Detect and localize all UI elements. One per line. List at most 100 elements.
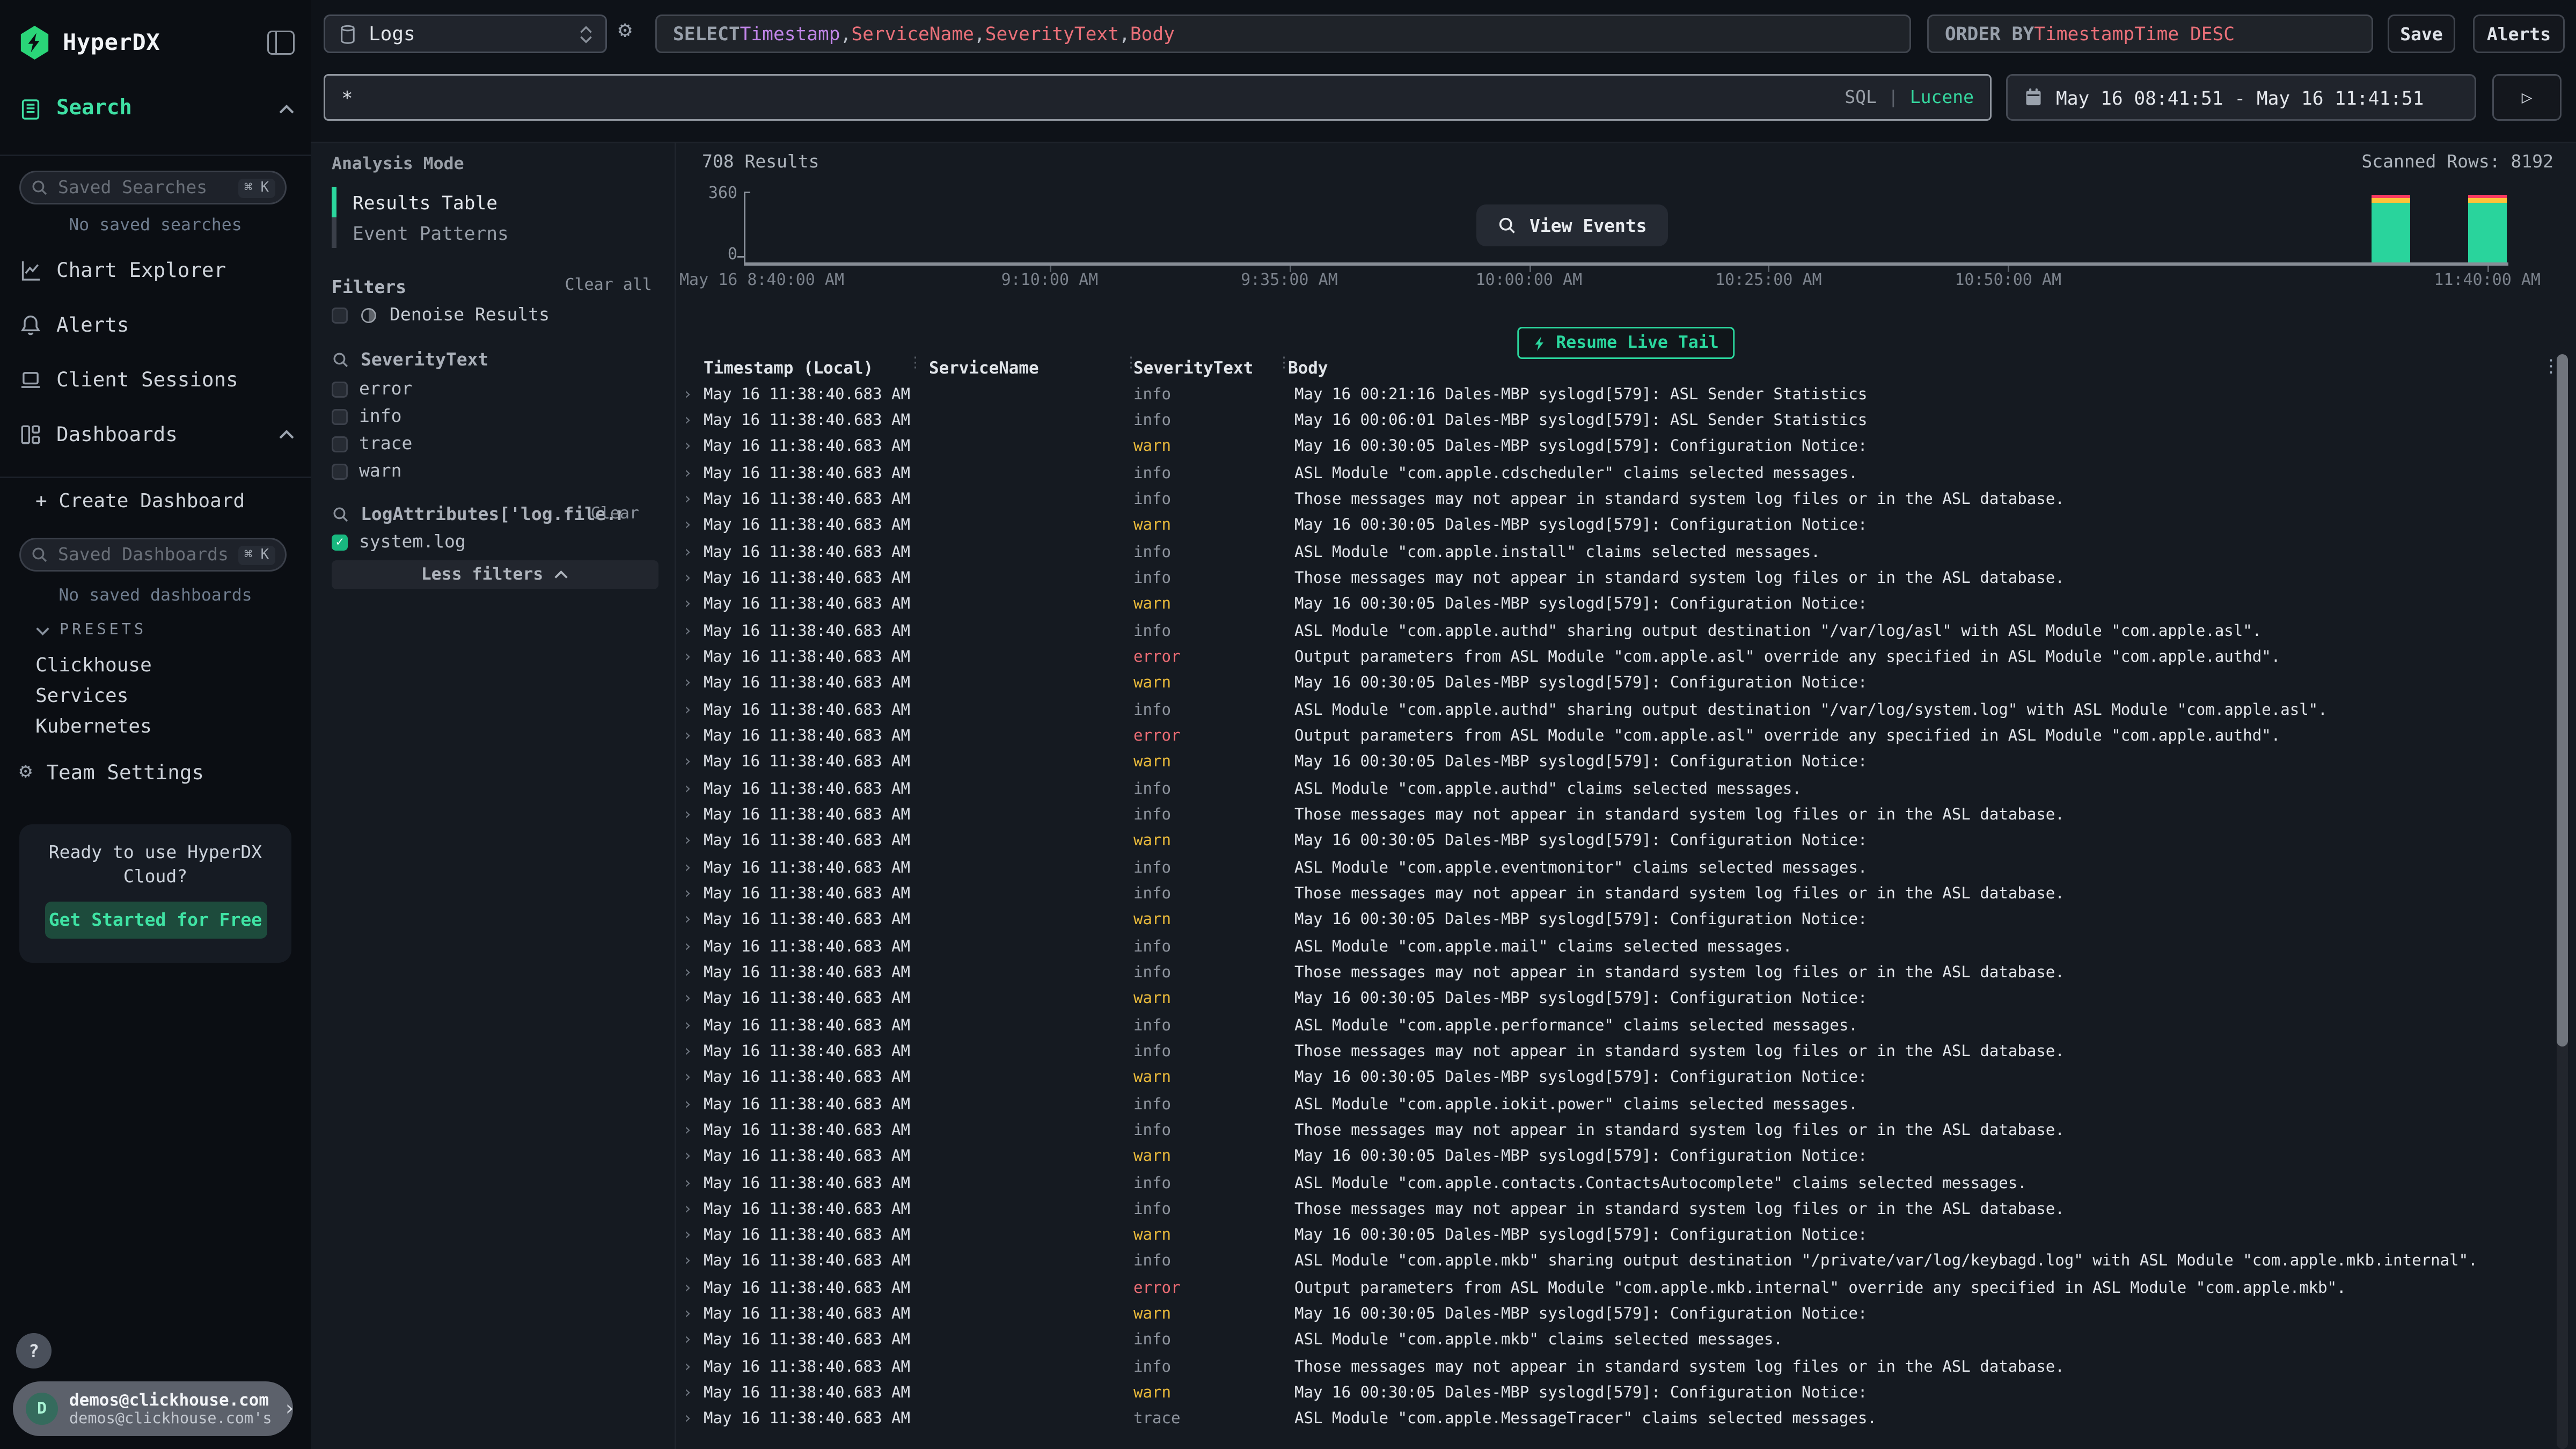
help-button[interactable]: ? (16, 1333, 52, 1368)
table-row[interactable]: › May 16 11:38:40.683 AM info Those mess… (676, 1197, 2537, 1223)
table-row[interactable]: › May 16 11:38:40.683 AM warn May 16 00:… (676, 1301, 2537, 1328)
row-expand-chevron[interactable]: › (676, 1148, 704, 1166)
denoise-checkbox[interactable] (332, 307, 348, 323)
view-events-button[interactable]: View Events (1476, 204, 1668, 246)
filter-option-system.log[interactable]: ✓system.log (332, 531, 655, 552)
row-expand-chevron[interactable]: › (676, 701, 704, 719)
row-expand-chevron[interactable]: › (676, 991, 704, 1008)
source-select[interactable]: Logs (324, 14, 607, 53)
table-row[interactable]: › May 16 11:38:40.683 AM info ASL Module… (676, 460, 2537, 487)
table-row[interactable]: › May 16 11:38:40.683 AM warn May 16 00:… (676, 592, 2537, 618)
col-servicename[interactable]: ServiceName (929, 358, 1133, 378)
sidebar-item-team-settings[interactable]: ⚙ Team Settings (19, 760, 295, 784)
table-row[interactable]: › May 16 11:38:40.683 AM info ASL Module… (676, 1013, 2537, 1039)
row-expand-chevron[interactable]: › (676, 1279, 704, 1297)
user-menu[interactable]: D demos@clickhouse.com demos@clickhouse.… (13, 1381, 293, 1436)
row-expand-chevron[interactable]: › (676, 1227, 704, 1245)
table-row[interactable]: › May 16 11:38:40.683 AM info ASL Module… (676, 697, 2537, 723)
preset-item-services[interactable]: Services (35, 684, 128, 707)
table-row[interactable]: › May 16 11:38:40.683 AM info ASL Module… (676, 1328, 2537, 1354)
table-row[interactable]: › May 16 11:38:40.683 AM info Those mess… (676, 1354, 2537, 1380)
row-expand-chevron[interactable]: › (676, 412, 704, 430)
chevron-up-icon[interactable] (279, 104, 295, 114)
source-settings-gear-icon[interactable]: ⚙ (618, 18, 632, 43)
row-expand-chevron[interactable]: › (676, 964, 704, 982)
row-expand-chevron[interactable]: › (676, 754, 704, 772)
table-row[interactable]: › May 16 11:38:40.683 AM info May 16 00:… (676, 382, 2537, 408)
column-resize-handle[interactable]: ⋮ (1124, 356, 1138, 372)
filter-option-warn[interactable]: warn (332, 460, 655, 481)
mode-results-table[interactable]: Results Table (332, 187, 655, 217)
table-row[interactable]: › May 16 11:38:40.683 AM warn May 16 00:… (676, 434, 2537, 460)
sidebar-item-client-sessions[interactable]: Client Sessions (19, 367, 295, 391)
row-expand-chevron[interactable]: › (676, 1358, 704, 1376)
sql-select-input[interactable]: SELECT Timestamp, ServiceName, SeverityT… (655, 14, 1911, 53)
table-row[interactable]: › May 16 11:38:40.683 AM info Those mess… (676, 1118, 2537, 1144)
table-row[interactable]: › May 16 11:38:40.683 AM warn May 16 00:… (676, 829, 2537, 855)
row-expand-chevron[interactable]: › (676, 570, 704, 588)
sidebar-item-alerts[interactable]: Alerts (19, 312, 295, 336)
col-timestamp[interactable]: Timestamp (Local) (704, 358, 929, 378)
row-expand-chevron[interactable]: › (676, 491, 704, 509)
table-row[interactable]: › May 16 11:38:40.683 AM info ASL Module… (676, 855, 2537, 881)
filter-option-error[interactable]: error (332, 378, 655, 399)
mode-event-patterns[interactable]: Event Patterns (332, 217, 655, 248)
row-expand-chevron[interactable]: › (676, 596, 704, 614)
clear-all-button[interactable]: Clear all (565, 277, 652, 295)
table-row[interactable]: › May 16 11:38:40.683 AM info Those mess… (676, 802, 2537, 829)
row-expand-chevron[interactable]: › (676, 833, 704, 851)
row-expand-chevron[interactable]: › (676, 807, 704, 824)
table-row[interactable]: › May 16 11:38:40.683 AM info Those mess… (676, 487, 2537, 513)
table-row[interactable]: › May 16 11:38:40.683 AM warn May 16 00:… (676, 986, 2537, 1013)
row-expand-chevron[interactable]: › (676, 938, 704, 956)
table-row[interactable]: › May 16 11:38:40.683 AM info Those mess… (676, 960, 2537, 986)
row-expand-chevron[interactable]: › (676, 623, 704, 640)
preset-item-kubernetes[interactable]: Kubernetes (35, 715, 152, 737)
scrollbar-track[interactable] (2557, 354, 2568, 1449)
row-expand-chevron[interactable]: › (676, 1070, 704, 1087)
clear-group-button[interactable]: Clear (591, 506, 639, 523)
table-row[interactable]: › May 16 11:38:40.683 AM info ASL Module… (676, 776, 2537, 802)
table-row[interactable]: › May 16 11:38:40.683 AM error Output pa… (676, 645, 2537, 671)
save-button[interactable]: Save (2388, 14, 2455, 53)
row-expand-chevron[interactable]: › (676, 649, 704, 667)
row-expand-chevron[interactable]: › (676, 1332, 704, 1350)
date-range-picker[interactable]: May 16 08:41:51 - May 16 11:41:51 (2006, 74, 2476, 121)
row-expand-chevron[interactable]: › (676, 780, 704, 798)
table-row[interactable]: › May 16 11:38:40.683 AM info ASL Module… (676, 1170, 2537, 1197)
row-expand-chevron[interactable]: › (676, 1122, 704, 1140)
table-row[interactable]: › May 16 11:38:40.683 AM trace ASL Modul… (676, 1407, 2537, 1433)
table-row[interactable]: › May 16 11:38:40.683 AM warn May 16 00:… (676, 1065, 2537, 1092)
search-query-input[interactable]: * SQL | Lucene (324, 74, 1992, 121)
get-started-button[interactable]: Get Started for Free (45, 902, 267, 939)
checkbox[interactable] (332, 463, 348, 479)
sidebar-collapse-icon[interactable] (267, 31, 295, 55)
row-expand-chevron[interactable]: › (676, 438, 704, 456)
row-expand-chevron[interactable]: › (676, 1017, 704, 1035)
table-row[interactable]: › May 16 11:38:40.683 AM warn May 16 00:… (676, 513, 2537, 539)
row-expand-chevron[interactable]: › (676, 1096, 704, 1114)
row-expand-chevron[interactable]: › (676, 1043, 704, 1061)
column-resize-handle[interactable]: ⋮ (1277, 356, 1291, 372)
table-row[interactable]: › May 16 11:38:40.683 AM info Those mess… (676, 881, 2537, 908)
saved-dashboards-input[interactable]: Saved Dashboards ⌘ K (19, 538, 287, 572)
column-resize-handle[interactable]: ⋮ (908, 356, 923, 372)
mode-lucene[interactable]: Lucene (1910, 87, 1974, 108)
sql-orderby-input[interactable]: ORDER BY TimestampTime DESC (1927, 14, 2373, 53)
create-dashboard-button[interactable]: + Create Dashboard (35, 489, 295, 512)
row-expand-chevron[interactable]: › (676, 885, 704, 903)
scrollbar-thumb[interactable] (2557, 354, 2568, 1046)
table-row[interactable]: › May 16 11:38:40.683 AM info ASL Module… (676, 539, 2537, 566)
filter-option-trace[interactable]: trace (332, 433, 655, 454)
row-expand-chevron[interactable]: › (676, 1175, 704, 1192)
table-row[interactable]: › May 16 11:38:40.683 AM info Those mess… (676, 566, 2537, 592)
run-query-button[interactable]: ▷ (2492, 74, 2562, 121)
histogram-bar[interactable] (2468, 142, 2507, 262)
checkbox[interactable] (332, 381, 348, 397)
row-expand-chevron[interactable]: › (676, 1411, 704, 1429)
filter-option-info[interactable]: info (332, 406, 655, 427)
row-expand-chevron[interactable]: › (676, 1253, 704, 1271)
row-expand-chevron[interactable]: › (676, 465, 704, 482)
row-expand-chevron[interactable]: › (676, 517, 704, 535)
row-expand-chevron[interactable]: › (676, 859, 704, 877)
